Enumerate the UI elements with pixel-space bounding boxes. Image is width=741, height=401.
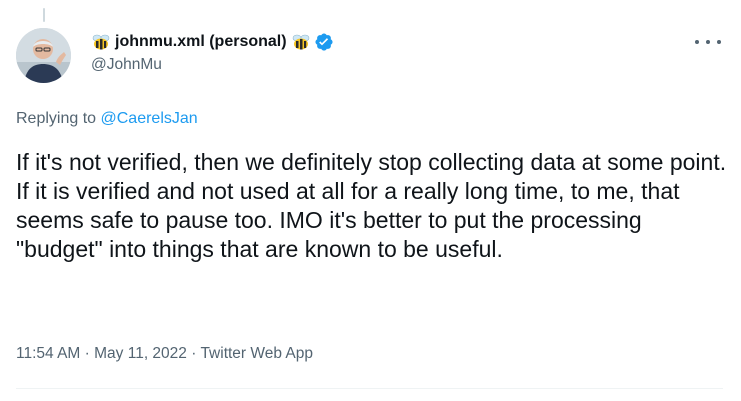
divider: [16, 388, 723, 389]
bee-icon: [291, 32, 311, 52]
verified-badge-icon[interactable]: [314, 32, 334, 52]
display-name[interactable]: johnmu.xml (personal): [115, 33, 287, 51]
meta-separator: ·: [84, 345, 90, 362]
dot: [717, 40, 721, 44]
more-options-icon[interactable]: [695, 32, 721, 52]
tweet-header: johnmu.xml (personal) @JohnMu: [91, 30, 334, 74]
tweet-date-link[interactable]: May 11, 2022: [94, 345, 187, 362]
dot: [695, 40, 699, 44]
avatar[interactable]: [16, 28, 71, 83]
replying-to-line: Replying to @CaerelsJan: [16, 110, 198, 128]
name-row: johnmu.xml (personal): [91, 30, 334, 54]
bee-icon: [91, 32, 111, 52]
thread-connector-line: [43, 8, 45, 22]
tweet-meta: 11:54 AM · May 11, 2022 · Twitter Web Ap…: [16, 345, 313, 363]
dot: [706, 40, 710, 44]
avatar-photo: [16, 28, 71, 83]
tweet-source-link[interactable]: Twitter Web App: [200, 345, 313, 362]
tweet-text: If it's not verified, then we definitely…: [16, 149, 727, 262]
replied-user-link[interactable]: @CaerelsJan: [101, 110, 198, 127]
tweet-time-link[interactable]: 11:54 AM: [16, 345, 80, 362]
replying-prefix: Replying to: [16, 110, 97, 127]
meta-separator: ·: [191, 345, 197, 362]
user-handle[interactable]: @JohnMu: [91, 56, 334, 74]
